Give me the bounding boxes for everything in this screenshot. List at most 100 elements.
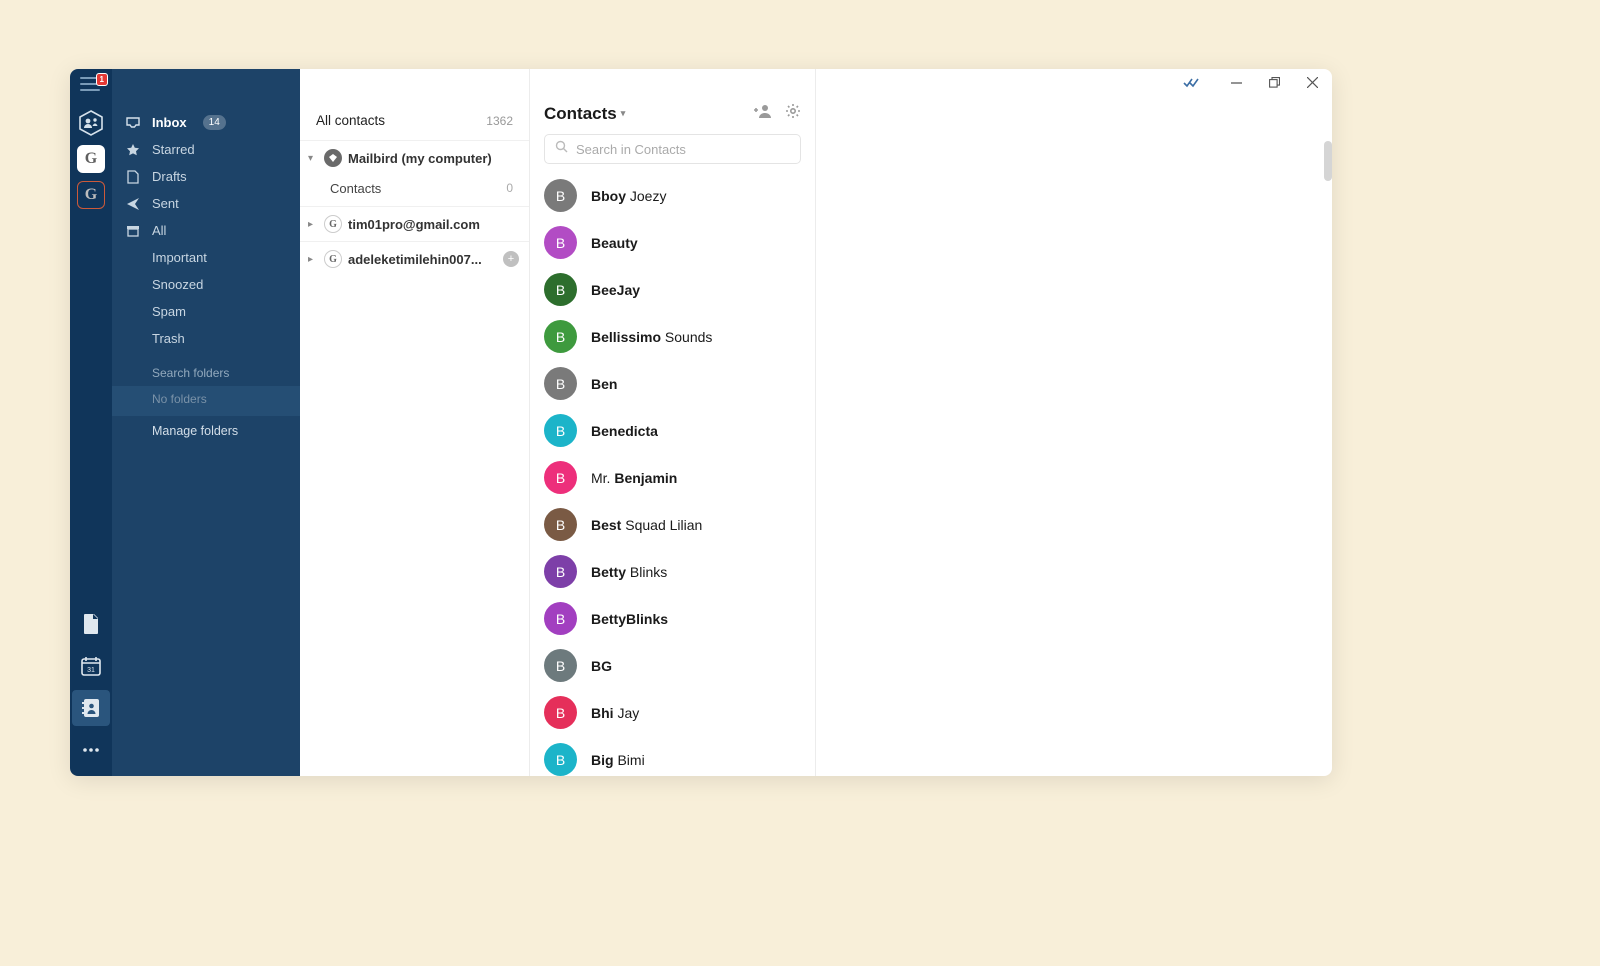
folder-inbox[interactable]: Inbox 14 xyxy=(112,109,300,136)
contact-avatar: B xyxy=(544,367,577,400)
hamburger-badge: 1 xyxy=(96,73,108,86)
account-mailbird-contacts[interactable]: Contacts 0 xyxy=(300,175,529,206)
contact-row[interactable]: B BettyBlinks xyxy=(544,595,813,642)
contact-name: BeeJay xyxy=(591,282,640,298)
contact-avatar: B xyxy=(544,226,577,259)
sync-icon[interactable] xyxy=(1182,77,1202,89)
sent-icon xyxy=(126,197,140,211)
folder-important[interactable]: Important xyxy=(112,244,300,271)
contact-row[interactable]: B Mr. Benjamin xyxy=(544,454,813,501)
chevron-right-icon: ▸ xyxy=(308,219,318,230)
inbox-icon xyxy=(126,117,140,129)
gear-icon[interactable] xyxy=(785,103,801,124)
rail-more-icon[interactable] xyxy=(72,732,110,768)
mailbird-avatar xyxy=(324,149,342,167)
chevron-down-icon: ▾ xyxy=(308,153,318,164)
folder-all[interactable]: All xyxy=(112,217,300,244)
contact-row[interactable]: B Betty Blinks xyxy=(544,548,813,595)
folder-starred[interactable]: Starred xyxy=(112,136,300,163)
contact-name: Bellissimo Sounds xyxy=(591,329,712,345)
app-window: 1 G G 31 Inbox xyxy=(70,69,1332,776)
search-icon xyxy=(555,140,568,158)
folder-spam[interactable]: Spam xyxy=(112,298,300,325)
contact-name: Bboy Joezy xyxy=(591,188,666,204)
contact-row[interactable]: B BeeJay xyxy=(544,266,813,313)
manage-folders[interactable]: Manage folders xyxy=(112,416,300,446)
maximize-icon[interactable] xyxy=(1264,77,1284,89)
search-folders-label: Search folders xyxy=(112,352,300,386)
contact-row[interactable]: B BG xyxy=(544,642,813,689)
contact-list[interactable]: B Bboy Joezy B Beauty B BeeJay B Bellissimo Sou… xyxy=(530,172,815,776)
contact-avatar: B xyxy=(544,179,577,212)
contact-name: Big Bimi xyxy=(591,752,645,768)
contact-row[interactable]: B Big Bimi xyxy=(544,736,813,776)
contact-row[interactable]: B Beauty xyxy=(544,219,813,266)
contacts-pane: Contacts ▾ B Bboy Joezy B Beauty B BeeJay B Bel… xyxy=(530,69,816,776)
contacts-search-input[interactable] xyxy=(576,142,790,157)
account-mailbird[interactable]: ▾ Mailbird (my computer) xyxy=(300,140,529,175)
contact-name: Bhi Jay xyxy=(591,705,639,721)
contact-avatar: B xyxy=(544,414,577,447)
contact-name: Ben xyxy=(591,376,617,392)
contact-name: Betty Blinks xyxy=(591,564,667,580)
rail-account-g2[interactable]: G xyxy=(75,179,107,211)
folder-trash[interactable]: Trash xyxy=(112,325,300,352)
contact-row[interactable]: B Benedicta xyxy=(544,407,813,454)
folder-snoozed[interactable]: Snoozed xyxy=(112,271,300,298)
inbox-count: 14 xyxy=(203,115,226,130)
contact-name: Benedicta xyxy=(591,423,658,439)
accounts-pane: All contacts 1362 ▾ Mailbird (my compute… xyxy=(300,69,530,776)
folder-drafts[interactable]: Drafts xyxy=(112,163,300,190)
g-avatar: G xyxy=(324,250,342,268)
contact-row[interactable]: B Ben xyxy=(544,360,813,407)
close-icon[interactable] xyxy=(1302,77,1322,89)
folder-sent[interactable]: Sent xyxy=(112,190,300,217)
rail-addressbook-icon[interactable] xyxy=(72,690,110,726)
chevron-down-icon: ▾ xyxy=(621,108,626,119)
contact-row[interactable]: B Bboy Joezy xyxy=(544,172,813,219)
contact-avatar: B xyxy=(544,555,577,588)
contact-name: BG xyxy=(591,658,612,674)
contact-row[interactable]: B Best Squad Lilian xyxy=(544,501,813,548)
contact-avatar: B xyxy=(544,461,577,494)
contact-row[interactable]: B Bellissimo Sounds xyxy=(544,313,813,360)
no-folders-label: No folders xyxy=(112,386,300,416)
contacts-search[interactable] xyxy=(544,134,801,164)
contact-avatar: B xyxy=(544,320,577,353)
add-contact-icon[interactable] xyxy=(753,103,773,124)
rail-calendar-icon[interactable]: 31 xyxy=(72,648,110,684)
detail-pane xyxy=(816,69,1332,776)
window-controls xyxy=(1182,77,1322,89)
contact-name: BettyBlinks xyxy=(591,611,668,627)
contact-avatar: B xyxy=(544,602,577,635)
star-icon xyxy=(126,143,140,157)
archive-icon xyxy=(126,225,140,237)
contact-name: Beauty xyxy=(591,235,638,251)
rail-account-g1[interactable]: G xyxy=(75,143,107,175)
all-contacts-row[interactable]: All contacts 1362 xyxy=(300,109,529,140)
contact-avatar: B xyxy=(544,508,577,541)
contacts-header: Contacts ▾ xyxy=(530,103,815,134)
account-adeleke[interactable]: ▸ G adeleketimilehin007... + xyxy=(300,241,529,276)
svg-text:31: 31 xyxy=(87,667,95,674)
drafts-icon xyxy=(126,170,140,184)
account-tim[interactable]: ▸ G tim01pro@gmail.com xyxy=(300,206,529,241)
contacts-title-dropdown[interactable]: Contacts ▾ xyxy=(544,104,625,124)
chevron-right-icon: ▸ xyxy=(308,254,318,265)
contact-row[interactable]: B Bhi Jay xyxy=(544,689,813,736)
folder-pane: Inbox 14 Starred Drafts Sent All Importa… xyxy=(112,69,300,776)
add-account-icon[interactable]: + xyxy=(503,251,519,267)
contact-name: Best Squad Lilian xyxy=(591,517,702,533)
contact-name: Mr. Benjamin xyxy=(591,470,677,486)
contact-avatar: B xyxy=(544,649,577,682)
icon-rail: 1 G G 31 xyxy=(70,69,112,776)
contact-avatar: B xyxy=(544,696,577,729)
rail-contacts-icon[interactable] xyxy=(75,107,107,139)
contact-avatar: B xyxy=(544,743,577,776)
minimize-icon[interactable] xyxy=(1226,77,1246,89)
contact-avatar: B xyxy=(544,273,577,306)
g-avatar: G xyxy=(324,215,342,233)
hamburger-menu[interactable]: 1 xyxy=(80,77,102,93)
rail-bottom: 31 xyxy=(72,606,110,776)
rail-files-icon[interactable] xyxy=(72,606,110,642)
